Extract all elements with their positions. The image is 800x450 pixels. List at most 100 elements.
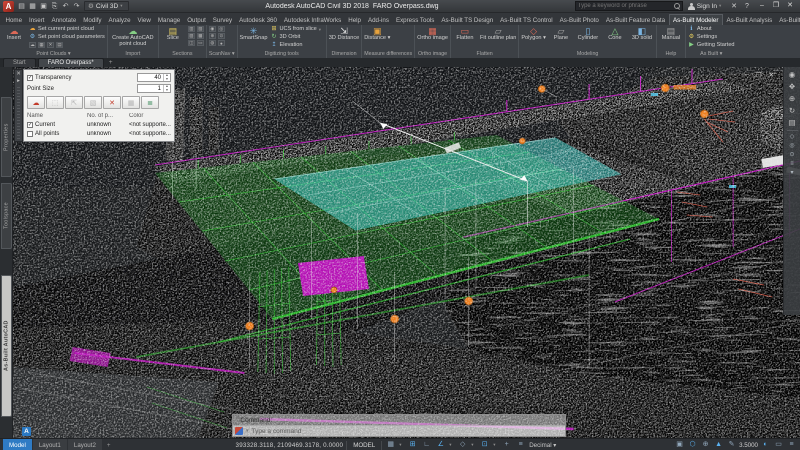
search-icon[interactable] xyxy=(674,3,680,9)
object-snap-icon[interactable]: ⊡ xyxy=(479,439,490,450)
row-checkbox[interactable] xyxy=(27,131,33,137)
ribbon-tab-home[interactable]: Home xyxy=(2,15,26,25)
scannav-tool-icon[interactable]: ◍ xyxy=(209,40,216,46)
palette-close-icon[interactable]: ✕ xyxy=(16,71,21,77)
point-cloud-tool-icon[interactable]: ✕ xyxy=(47,42,54,48)
panel-label[interactable]: ScanNav ▾ xyxy=(209,51,235,58)
nav-tool-icon[interactable]: ▾ xyxy=(790,170,793,176)
point-cloud-tool-icon[interactable]: ▦ xyxy=(38,42,45,48)
scannav-tool-icon[interactable]: ⊙ xyxy=(218,33,225,39)
chevron-down-icon[interactable]: ▾ xyxy=(399,442,404,448)
scannav-tool-icon[interactable]: ◉ xyxy=(209,26,216,32)
model-space-button[interactable]: MODEL xyxy=(350,442,378,449)
pan-icon[interactable]: ✥ xyxy=(789,82,795,91)
section-tool-icon[interactable]: ◫ xyxy=(188,40,195,46)
3d-solid-button[interactable]: ◧ 3D solid xyxy=(630,26,654,42)
section-tool-icon[interactable]: ▨ xyxy=(188,33,195,39)
insert-point-cloud-button[interactable]: ☁ Insert xyxy=(2,26,26,42)
open-icon[interactable]: ▦ xyxy=(28,1,37,12)
table-row[interactable]: All points unknown <not supporte... xyxy=(27,129,171,138)
ribbon-tab-insert[interactable]: Insert xyxy=(26,15,48,25)
delete-icon[interactable]: ✕ xyxy=(103,96,121,109)
zoom-icon[interactable]: ⊕ xyxy=(789,94,795,103)
model-tab[interactable]: Model xyxy=(3,439,32,450)
point-size-stepper[interactable]: 1 ▲▼ xyxy=(137,84,171,93)
minimize-button[interactable]: – xyxy=(755,0,769,12)
units-dropdown[interactable]: Decimal ▾ xyxy=(529,442,556,449)
sidebar-tab-asbuilt-autocad[interactable]: As-Built AutoCAD xyxy=(1,275,12,417)
ucs-from-slice-button[interactable]: ⊞ UCS from slice ▾ xyxy=(270,26,323,33)
row-checkbox[interactable]: ✓ xyxy=(27,122,33,128)
flatten-button[interactable]: ▭ Flatten xyxy=(453,26,477,42)
viewport-minimize-button[interactable]: – xyxy=(745,71,749,79)
palette-autohide-icon[interactable]: ▸ xyxy=(17,78,20,84)
ribbon-tab-manage[interactable]: Manage xyxy=(154,15,183,25)
viewport-close-button[interactable]: ✕ xyxy=(769,71,774,79)
nav-tool-icon[interactable]: ◎ xyxy=(789,143,794,149)
help-search-box[interactable] xyxy=(575,1,683,11)
section-tool-icon[interactable]: ▩ xyxy=(197,33,204,39)
nav-tool-icon[interactable]: ⊙ xyxy=(789,152,794,158)
orbit-icon[interactable]: ↻ xyxy=(789,106,795,115)
nav-tool-icon[interactable]: ◇ xyxy=(790,134,795,140)
polygon-button[interactable]: ◇ Polygon ▾ xyxy=(521,26,546,42)
exchange-apps-icon[interactable]: ✕ xyxy=(729,2,739,10)
navigation-wheel-icon[interactable]: ◉ xyxy=(789,70,796,79)
customize-icon[interactable] xyxy=(235,427,243,435)
lineweight-icon[interactable]: ≡ xyxy=(515,439,526,450)
ribbon-tab-modify[interactable]: Modify xyxy=(80,15,105,25)
new-icon[interactable]: ▤ xyxy=(17,1,26,12)
ribbon-tab-analyze[interactable]: Analyze xyxy=(105,15,134,25)
ribbon-tab-asbuilt-feature-data[interactable]: As-Built Feature Data xyxy=(602,15,668,25)
nav-tool-icon[interactable]: ≡ xyxy=(790,161,794,167)
stepper-arrows-icon[interactable]: ▲▼ xyxy=(163,74,170,81)
sidebar-tab-toolspace[interactable]: Toolspace xyxy=(1,183,12,249)
palette-title-bar[interactable]: ✕ ▸ xyxy=(14,69,23,142)
annotation-visibility-icon[interactable]: ▲ xyxy=(713,439,724,450)
3d-distance-button[interactable]: ⇲ 3D Distance xyxy=(329,26,359,42)
transparency-stepper[interactable]: 40 ▲▼ xyxy=(137,73,171,82)
layout2-tab[interactable]: Layout2 xyxy=(68,439,102,450)
ribbon-tab-asbuilt-plant[interactable]: As-Built Plant xyxy=(776,15,800,25)
ribbon-tab-asbuilt-modeler[interactable]: As-Built Modeler xyxy=(669,14,723,25)
set-point-cloud-parameters-button[interactable]: ⚙ Set point cloud parameters xyxy=(29,34,105,41)
fit-outline-plan-button[interactable]: ▱ Fit outline plan xyxy=(480,26,516,42)
select-region-icon[interactable]: ⬚ xyxy=(46,96,64,109)
crop-icon[interactable]: ▧ xyxy=(84,96,102,109)
clean-screen-icon[interactable]: ▭ xyxy=(773,439,784,450)
stepper-arrows-icon[interactable]: ▲▼ xyxy=(163,85,170,92)
sidebar-tab-properties[interactable]: Properties xyxy=(1,97,12,177)
chevron-down-icon[interactable]: ▾ xyxy=(471,442,476,448)
layout1-tab[interactable]: Layout1 xyxy=(33,439,67,450)
list-settings-icon[interactable]: ≣ xyxy=(141,96,159,109)
ribbon-tab-help[interactable]: Help xyxy=(345,15,365,25)
ribbon-tab-annotate[interactable]: Annotate xyxy=(48,15,80,25)
restore-button[interactable]: ❐ xyxy=(769,0,783,12)
recent-commands-icon[interactable]: ▾ xyxy=(246,428,249,434)
new-layout-button[interactable]: + xyxy=(103,439,115,450)
file-tab-faro-overpass[interactable]: FARO Overpass* xyxy=(38,58,104,67)
set-current-point-cloud-button[interactable]: ☁ Set current point cloud xyxy=(29,26,105,33)
ribbon-tab-express-tools[interactable]: Express Tools xyxy=(392,15,437,25)
file-tab-start[interactable]: Start xyxy=(3,58,36,67)
close-button[interactable]: ✕ xyxy=(783,0,797,12)
polar-tracking-icon[interactable]: ∠ xyxy=(435,439,446,450)
move-icon[interactable]: ⇱ xyxy=(65,96,83,109)
help-icon[interactable]: ? xyxy=(742,3,752,10)
insert-point-cloud-icon[interactable]: ☁ xyxy=(27,96,45,109)
ribbon-tab-asbuilt-ts-design[interactable]: As-Built TS Design xyxy=(438,15,497,25)
viewport-restore-button[interactable]: ❐ xyxy=(756,71,762,79)
table-row[interactable]: ✓Current unknown <not supporte... xyxy=(27,120,171,129)
chevron-down-icon[interactable]: ▾ xyxy=(449,442,454,448)
ribbon-tab-addins[interactable]: Add-ins xyxy=(364,15,392,25)
3d-osnap-icon[interactable]: ⬡ xyxy=(687,439,698,450)
redo-icon[interactable]: ↷ xyxy=(72,1,81,12)
section-tool-icon[interactable]: ▧ xyxy=(197,26,204,32)
orbit-3d-button[interactable]: ↻ 3D Orbit xyxy=(270,34,323,41)
workspace-switcher[interactable]: ⚙ Civil 3D ▾ xyxy=(84,1,129,11)
save-icon[interactable]: ▣ xyxy=(39,1,48,12)
selection-cycling-icon[interactable]: ▣ xyxy=(674,439,685,450)
manual-button[interactable]: ▤ Manual xyxy=(659,26,683,42)
ribbon-tab-asbuilt-analysis[interactable]: As-Built Analysis xyxy=(723,15,776,25)
isodraft-icon[interactable]: ◇ xyxy=(457,439,468,450)
